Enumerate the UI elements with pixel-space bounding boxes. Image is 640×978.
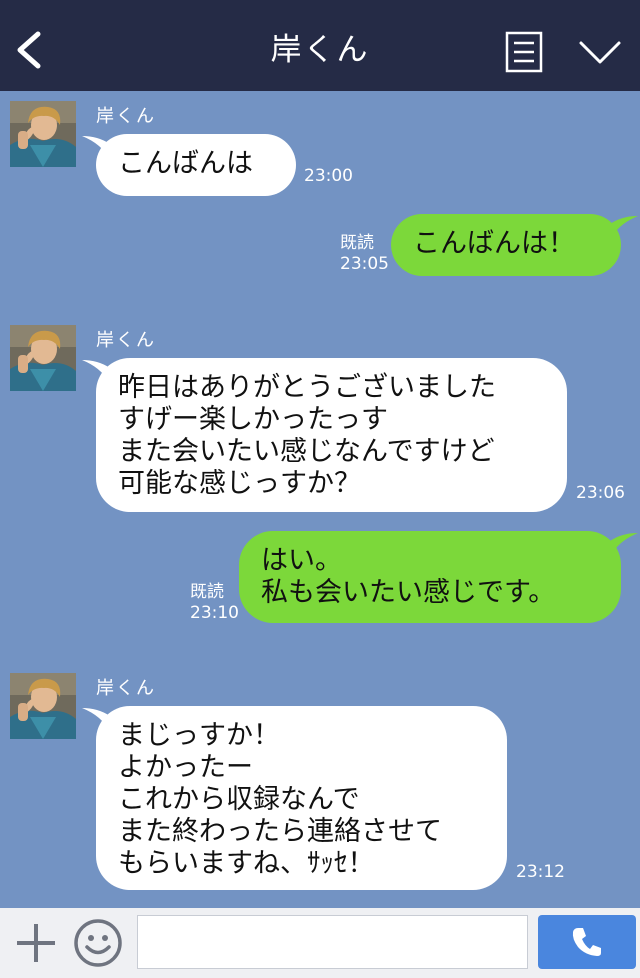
message-time: 23:00 <box>304 166 353 186</box>
chat-title: 岸くん <box>270 32 370 68</box>
message-bubble: こんばんは <box>96 134 296 196</box>
sender-name: 岸くん <box>96 106 156 127</box>
message-time: 23:12 <box>516 862 565 882</box>
message-time: 23:05 <box>340 254 389 274</box>
message-input[interactable] <box>137 915 528 969</box>
chevron-down-icon[interactable] <box>578 38 622 66</box>
read-label: 既読 <box>340 233 374 253</box>
avatar[interactable] <box>10 101 76 167</box>
read-receipt: 既読 23:05 <box>340 233 389 275</box>
chat-header: 岸くん <box>0 0 640 91</box>
note-icon[interactable] <box>505 31 543 73</box>
message-bubble: こんばんは！ <box>391 214 621 276</box>
message-bubble: はい。 私も会いたい感じです。 <box>239 531 621 623</box>
read-receipt: 既読 23:10 <box>190 582 239 624</box>
avatar[interactable] <box>10 673 76 739</box>
avatar[interactable] <box>10 325 76 391</box>
plus-icon[interactable] <box>14 921 58 965</box>
sender-name: 岸くん <box>96 678 156 699</box>
message-time: 23:06 <box>576 483 625 503</box>
phone-icon <box>572 928 601 956</box>
message-time: 23:10 <box>190 603 239 623</box>
call-button[interactable] <box>538 915 636 969</box>
message-bubble: まじっすか！ よかったー これから収録なんで また終わったら連絡させて もらいま… <box>96 706 507 890</box>
read-label: 既読 <box>190 582 224 602</box>
message-bubble: 昨日はありがとうございました すげー楽しかったっす また会いたい感じなんですけど… <box>96 358 567 512</box>
sender-name: 岸くん <box>96 330 156 351</box>
smiley-icon[interactable] <box>72 917 124 969</box>
